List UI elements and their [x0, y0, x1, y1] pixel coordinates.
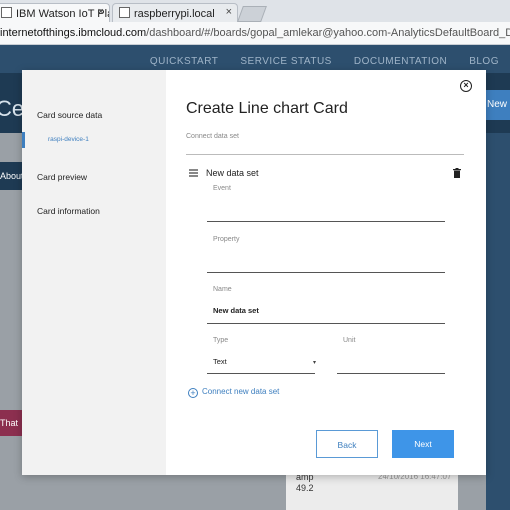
chevron-down-icon[interactable]: ▾ — [313, 359, 316, 366]
dataset-title: New data set — [206, 168, 259, 178]
add-icon: + — [188, 388, 198, 398]
event-label: Event — [213, 185, 231, 192]
close-icon[interactable]: × — [460, 80, 472, 92]
name-input-underline — [207, 323, 445, 324]
nav-service-status[interactable]: SERVICE STATUS — [229, 45, 342, 73]
trash-icon[interactable] — [453, 168, 461, 178]
close-icon[interactable]: × — [226, 6, 232, 18]
type-select-underline — [207, 373, 315, 374]
tab-label: raspberrypi.local — [134, 8, 215, 20]
step-source-device[interactable]: raspi-device-1 — [48, 136, 89, 143]
nav-quickstart[interactable]: QUICKSTART — [139, 45, 230, 73]
tab-ibm-watson[interactable]: IBM Watson IoT Pla × — [0, 3, 110, 22]
address-bar[interactable]: internetofthings.ibmcloud.com/dashboard/… — [0, 22, 510, 45]
modal-subtitle: Connect data set — [186, 133, 239, 140]
page-favicon-icon — [119, 7, 130, 18]
new-tab-button[interactable] — [237, 6, 267, 22]
modal-sidebar: Card source data raspi-device-1 Card pre… — [22, 70, 166, 475]
drag-handle-icon[interactable] — [189, 169, 198, 177]
add-card-button[interactable]: New C — [484, 90, 510, 120]
app-top-nav: QUICKSTART SERVICE STATUS DOCUMENTATION … — [0, 45, 510, 73]
connect-new-data-set-link[interactable]: + Connect new data set — [188, 387, 279, 398]
step-card-information[interactable]: Card information — [37, 206, 100, 216]
step-card-source-data[interactable]: Card source data — [37, 110, 102, 120]
browser-tab-bar: IBM Watson IoT Pla × raspberrypi.local × — [0, 0, 510, 23]
nav-blog[interactable]: BLOG — [458, 45, 510, 73]
next-button[interactable]: Next — [392, 430, 454, 458]
create-card-modal: Card source data raspi-device-1 Card pre… — [22, 70, 486, 475]
card-value: 49.2 — [296, 483, 314, 493]
property-input-underline — [207, 272, 445, 273]
name-label: Name — [213, 286, 232, 293]
unit-label: Unit — [343, 337, 356, 344]
modal-title: Create Line chart Card — [186, 100, 348, 117]
sidebar-item-about[interactable]: About — [0, 162, 22, 190]
name-input[interactable]: New data set — [213, 306, 259, 315]
type-label: Type — [213, 337, 229, 344]
sidebar-item-highlight[interactable]: That L — [0, 410, 22, 436]
modal-content: Create Line chart Card × Connect data se… — [166, 70, 486, 475]
nav-documentation[interactable]: DOCUMENTATION — [343, 45, 458, 73]
tab-label: IBM Watson IoT Pla — [16, 8, 110, 20]
divider — [186, 154, 464, 155]
page-favicon-icon — [1, 7, 12, 18]
add-link-label: Connect new data set — [202, 387, 280, 396]
event-input-underline — [207, 221, 445, 222]
property-label: Property — [213, 236, 240, 243]
url-host: internetofthings.ibmcloud.com — [0, 27, 147, 39]
type-select[interactable]: Text — [213, 357, 227, 366]
back-button[interactable]: Back — [316, 430, 378, 458]
unit-input-underline — [337, 373, 445, 374]
dashboard-card: amp 49.2 24/10/2016 16:47:07 — [286, 470, 458, 510]
active-step-indicator — [22, 132, 25, 148]
step-card-preview[interactable]: Card preview — [37, 172, 87, 182]
close-icon[interactable]: × — [98, 6, 104, 18]
dashboard-right-column — [486, 133, 510, 510]
url-path: /dashboard/#/boards/gopal_amlekar@yahoo.… — [146, 27, 510, 39]
tab-raspberrypi[interactable]: raspberrypi.local × — [112, 3, 238, 22]
